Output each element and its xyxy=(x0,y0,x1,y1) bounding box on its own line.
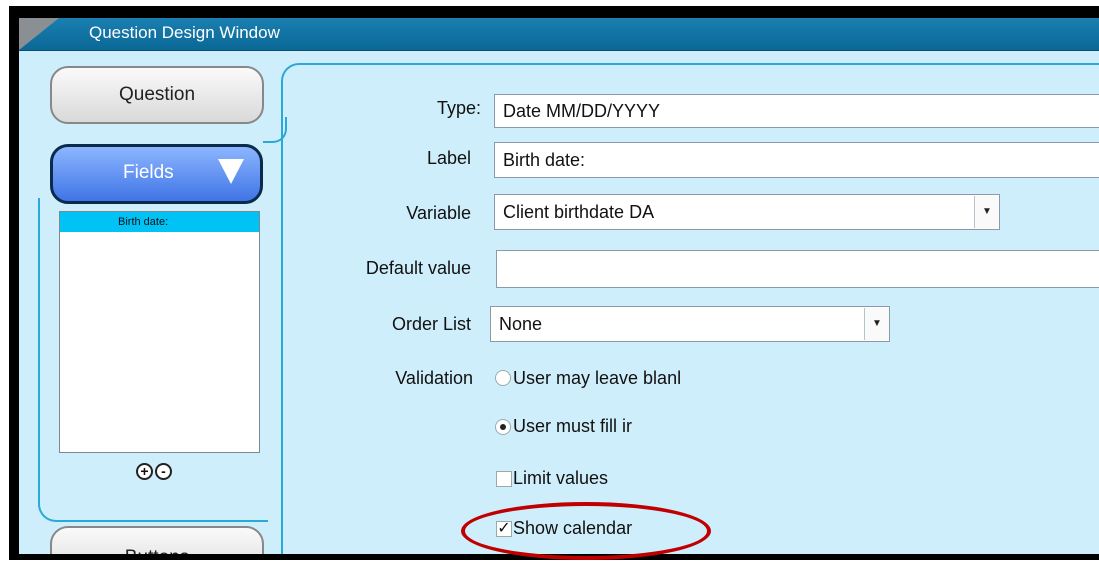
variable-label: Variable xyxy=(406,203,471,223)
order-list-label: Order List xyxy=(391,314,471,334)
option-leave-blank-label: User may leave blanl xyxy=(513,368,682,388)
validation-label: Validation xyxy=(395,368,473,388)
limit-values-checkbox[interactable] xyxy=(496,471,512,487)
radio-must-fill[interactable] xyxy=(495,419,511,435)
list-item[interactable]: Birth date: xyxy=(60,212,259,232)
tab-fields[interactable]: Fields xyxy=(50,144,263,204)
type-label: Type: xyxy=(436,98,481,118)
question-design-window: Question Design Window Question Fields B… xyxy=(19,18,1099,554)
default-value-label: Default value xyxy=(365,258,471,278)
option-must-fill-label: User must fill ir xyxy=(513,416,633,436)
label-label: Label xyxy=(426,148,471,168)
order-list-value: None xyxy=(499,314,543,334)
tab-buttons[interactable]: Buttons xyxy=(50,526,264,554)
label-field[interactable]: Birth date: xyxy=(494,142,1099,178)
title-bar: Question Design Window xyxy=(19,18,1099,51)
limit-values-label: Limit values xyxy=(513,468,609,488)
plus-circle-icon[interactable]: + xyxy=(136,463,153,480)
chevron-down-icon[interactable]: ▼ xyxy=(864,308,889,340)
window-title: Question Design Window xyxy=(89,23,280,42)
window-corner xyxy=(19,18,59,50)
triangle-down-icon xyxy=(218,159,244,184)
minus-circle-icon[interactable]: - xyxy=(155,463,172,480)
default-value-field[interactable] xyxy=(496,250,1099,288)
radio-dot-icon xyxy=(500,424,506,430)
tab-fields-label: Fields xyxy=(123,162,174,183)
type-field[interactable]: Date MM/DD/YYYY xyxy=(494,94,1099,128)
variable-value: Client birthdate DA xyxy=(503,202,655,222)
tab-question[interactable]: Question xyxy=(50,66,264,124)
chevron-down-icon[interactable]: ▼ xyxy=(974,196,999,228)
field-list[interactable]: Birth date: xyxy=(59,211,260,453)
variable-select[interactable]: Client birthdate DA ▼ xyxy=(494,194,1000,230)
order-list-select[interactable]: None ▼ xyxy=(490,306,890,342)
radio-leave-blank[interactable] xyxy=(495,370,511,386)
highlight-ellipse xyxy=(461,502,711,560)
